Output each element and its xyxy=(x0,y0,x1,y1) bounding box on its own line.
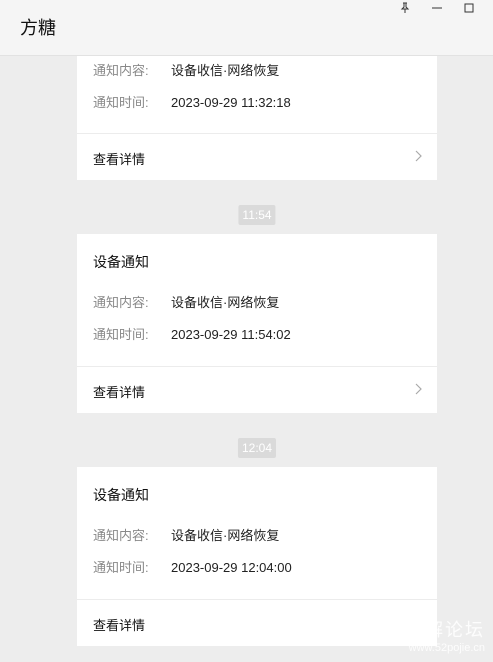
watermark-text: 吾爱破解论坛 xyxy=(365,620,485,640)
time-label: 通知时间: xyxy=(93,560,149,575)
content-row: 通知内容: 设备收信·网络恢复 xyxy=(93,525,279,544)
time-row: 通知时间: 2023-09-29 11:32:18 xyxy=(93,92,291,111)
card-title: 设备通知 xyxy=(93,254,149,270)
watermark-url: www.52pojie.cn xyxy=(408,642,485,654)
view-details-link[interactable]: 查看详情 xyxy=(77,367,437,413)
app-title: 方糖 xyxy=(20,18,56,38)
watermark: 吾爱破解论坛 www.52pojie.cn xyxy=(365,616,485,654)
time-marker: 11:54 xyxy=(238,205,276,225)
maximize-icon[interactable] xyxy=(454,0,484,16)
chevron-right-icon xyxy=(415,150,422,162)
time-label: 通知时间: xyxy=(93,327,149,342)
view-details-label: 查看详情 xyxy=(93,152,146,167)
title-bar: 方糖 xyxy=(0,0,493,56)
time-marker: 12:04 xyxy=(237,438,277,458)
time-label: 通知时间: xyxy=(93,95,149,110)
time-value: 2023-09-29 11:54:02 xyxy=(171,327,291,342)
notification-card: 设备通知 通知内容: 设备收信·网络恢复 通知时间: 2023-09-29 11:5… xyxy=(77,234,437,413)
view-details-label: 查看详情 xyxy=(93,618,146,633)
content-label: 通知内容: xyxy=(93,295,149,310)
chevron-right-icon xyxy=(415,383,422,395)
content-label: 通知内容: xyxy=(93,528,149,543)
time-value: 2023-09-29 12:04:00 xyxy=(171,560,292,575)
view-details-link[interactable]: 查看详情 xyxy=(77,134,437,180)
notification-card: 通知内容: 设备收信·网络恢复 通知时间: 2023-09-29 11:32:18 … xyxy=(77,56,437,180)
time-row: 通知时间: 2023-09-29 12:04:00 xyxy=(93,557,292,576)
content-value: 设备收信·网络恢复 xyxy=(171,528,280,543)
content-row: 通知内容: 设备收信·网络恢复 xyxy=(93,292,279,311)
content-value: 设备收信·网络恢复 xyxy=(171,295,280,310)
content-label: 通知内容: xyxy=(93,63,149,78)
pin-icon[interactable] xyxy=(390,0,420,16)
content-value: 设备收信·网络恢复 xyxy=(171,63,280,78)
time-row: 通知时间: 2023-09-29 11:54:02 xyxy=(93,324,291,343)
time-value: 2023-09-29 11:32:18 xyxy=(171,95,291,110)
view-details-label: 查看详情 xyxy=(93,385,146,400)
card-title: 设备通知 xyxy=(93,487,149,503)
content-row: 通知内容: 设备收信·网络恢复 xyxy=(93,60,279,79)
minimize-icon[interactable] xyxy=(422,0,452,16)
